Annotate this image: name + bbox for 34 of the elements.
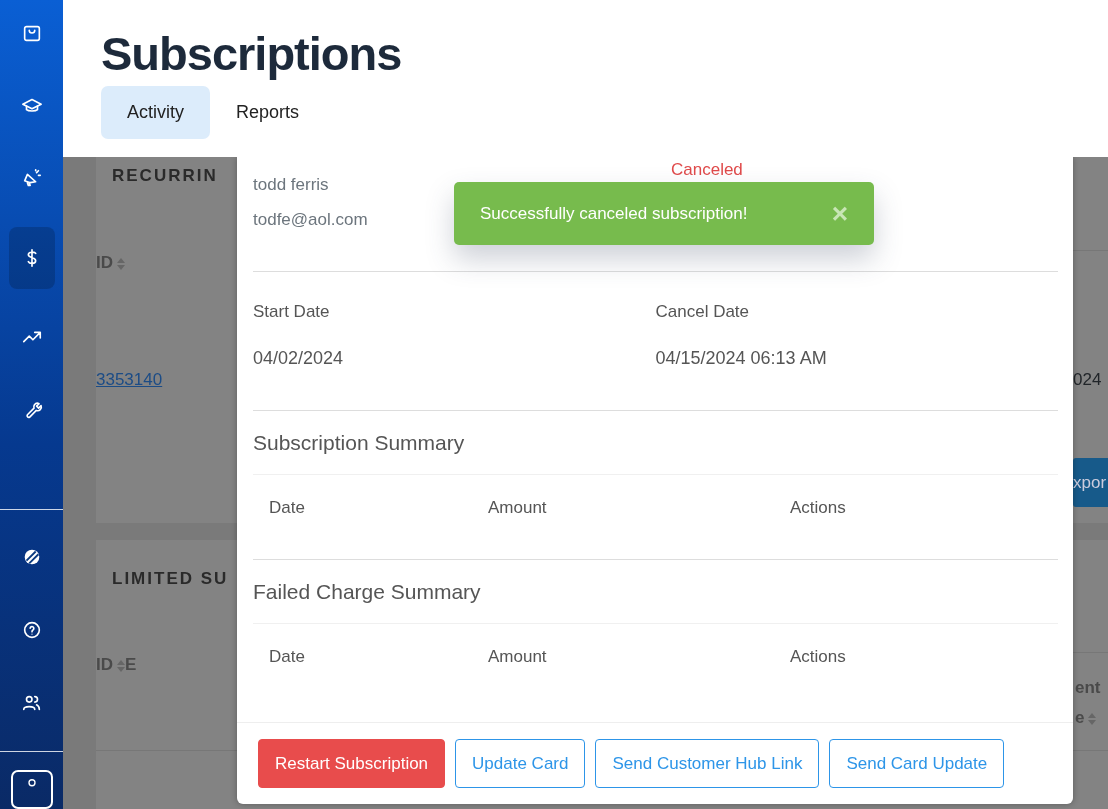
column-header: Amount	[488, 498, 547, 517]
page-title: Subscriptions	[101, 28, 403, 80]
column-header: ID	[96, 655, 113, 674]
column-header: e	[1075, 708, 1085, 727]
section-title: Subscription Summary	[253, 429, 465, 456]
toast-message: Successfully canceled subscription!	[480, 202, 748, 225]
customer-name: todd ferris	[253, 174, 329, 196]
cancel-date-value: 04/15/2024 06:13 AM	[655, 346, 827, 370]
tab[interactable]: Reports	[210, 85, 326, 139]
column-header: Date	[269, 647, 305, 666]
field-label: Cancel Date	[655, 301, 750, 323]
table-link[interactable]: 3353140	[96, 370, 163, 389]
close-button[interactable]: ×	[831, 199, 848, 228]
column-header: Actions	[790, 498, 846, 517]
column-header: Amount	[488, 647, 547, 666]
column-header: ID	[96, 253, 113, 272]
customer-email: todfe@aol.com	[253, 208, 368, 231]
section-title: Failed Charge Summary	[253, 578, 481, 605]
column-header: Date	[269, 498, 305, 517]
start-date-value: 04/02/2024	[253, 346, 344, 370]
card-title: RECURRIN	[112, 165, 218, 187]
status-label: Canceled	[671, 160, 743, 179]
column-header: ent	[1075, 678, 1101, 697]
action-button[interactable]: Send Customer Hub Link	[595, 738, 820, 788]
tab[interactable]: Activity	[101, 85, 210, 139]
export-button[interactable]: xpor	[1073, 457, 1108, 508]
column-header: Actions	[790, 647, 846, 666]
action-button[interactable]: Restart Subscription	[258, 738, 446, 788]
column-header: E	[125, 655, 137, 674]
card-title: LIMITED SU	[112, 568, 229, 590]
action-button[interactable]: Send Card Update	[829, 738, 1005, 788]
action-button[interactable]: Update Card	[455, 738, 586, 788]
field-label: Start Date	[253, 301, 330, 323]
table-cell: 024	[1073, 370, 1102, 389]
